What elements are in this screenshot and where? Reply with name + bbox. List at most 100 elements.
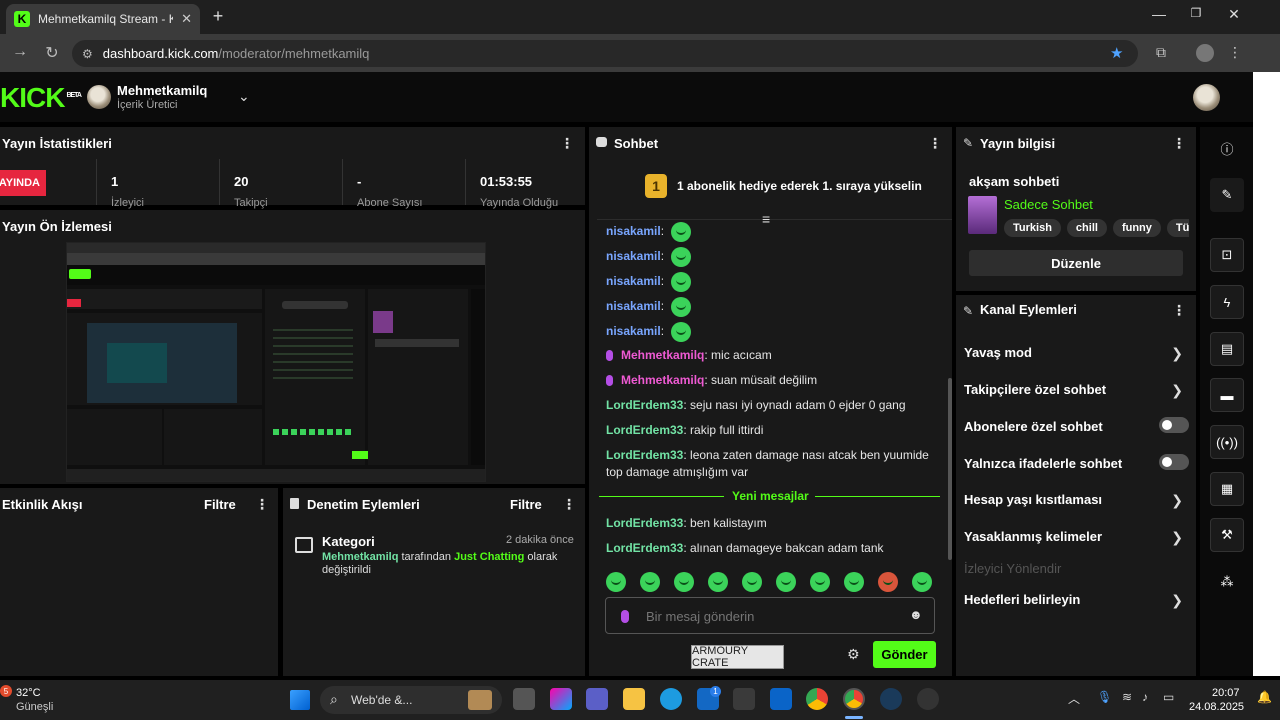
chat-input-box[interactable]: ☻ [605, 597, 935, 634]
league-icon[interactable] [880, 688, 902, 710]
stream-preview-video[interactable] [66, 242, 486, 482]
chat-username[interactable]: nisakamil [606, 249, 661, 263]
emotes-only-toggle[interactable] [1159, 454, 1189, 470]
chrome-icon[interactable] [806, 688, 828, 710]
kick-logo[interactable]: KICK BETA [0, 82, 82, 114]
pencil-icon[interactable]: ✎ [1210, 178, 1244, 212]
emote-icon[interactable] [810, 572, 830, 592]
lightning-icon[interactable]: ϟ [1210, 285, 1244, 319]
action-set-goals[interactable]: Hedefleri belirleyin ❯ [964, 592, 1189, 608]
action-account-age[interactable]: Hesap yaşı kısıtlaması ❯ [964, 492, 1189, 508]
stream-category[interactable]: Sadece Sohbet [1004, 197, 1093, 212]
battery-icon[interactable]: ▭ [1163, 690, 1174, 704]
send-button[interactable]: Gönder [873, 641, 936, 668]
chat-username[interactable]: LordErdem33 [606, 423, 683, 437]
channel-switch-chevron-icon[interactable]: ⌄ [238, 88, 250, 105]
user-avatar[interactable] [1193, 84, 1220, 111]
chat-username[interactable]: nisakamil [606, 324, 661, 338]
chat-scrollbar[interactable] [948, 378, 952, 560]
tab-close-icon[interactable]: ✕ [181, 11, 192, 27]
moderation-filter-button[interactable]: Filtre [510, 497, 542, 512]
weather-temp[interactable]: 32°C [16, 687, 41, 699]
edge-icon[interactable] [660, 688, 682, 710]
emote-icon[interactable] [776, 572, 796, 592]
broadcast-icon[interactable]: ((•)) [1210, 425, 1244, 459]
emoji-picker-icon[interactable]: ☻ [909, 607, 923, 622]
emote-icon[interactable] [606, 572, 626, 592]
start-windows-icon[interactable] [290, 690, 310, 710]
chat-settings-gear-icon[interactable]: ⚙ [847, 646, 860, 663]
channel-actions-menu-icon[interactable]: ⋮ [1172, 302, 1186, 319]
chat-username[interactable]: LordErdem33 [606, 516, 683, 530]
emote-icon[interactable] [844, 572, 864, 592]
site-info-icon[interactable]: ⚙ [82, 47, 93, 61]
chat-username[interactable]: nisakamil [606, 299, 661, 313]
edit-stream-info-button[interactable]: Düzenle [969, 250, 1183, 276]
subscribers-only-toggle[interactable] [1159, 417, 1189, 433]
volume-icon[interactable]: ♪ [1142, 690, 1148, 704]
bookmark-star-icon[interactable]: ★ [1110, 44, 1123, 62]
file-explorer-icon[interactable] [623, 688, 645, 710]
notifications-icon[interactable]: 🔔 [1257, 690, 1272, 704]
preview-title: Yayın Ön İzlemesi [2, 219, 112, 234]
chat-menu-icon[interactable]: ⋮ [928, 135, 942, 152]
moderation-menu-icon[interactable]: ⋮ [562, 496, 576, 513]
chat-username[interactable]: LordErdem33 [606, 541, 683, 555]
chat-username[interactable]: nisakamil [606, 274, 661, 288]
chat-icon[interactable]: ▬ [1210, 378, 1244, 412]
emote-icon[interactable] [708, 572, 728, 592]
chat-username[interactable]: nisakamil [606, 224, 661, 238]
chat-username[interactable]: LordErdem33 [606, 448, 683, 462]
stats-menu-icon[interactable]: ⋮ [560, 135, 574, 152]
new-messages-label[interactable]: Yeni mesajlar [732, 489, 809, 503]
tray-mic-icon[interactable]: 🎙 [1097, 690, 1112, 704]
layout-icon[interactable]: ▦ [1210, 472, 1244, 506]
url-bar[interactable]: ⚙ dashboard.kick.com/moderator/mehmetkam… [72, 40, 1138, 67]
minimize-icon[interactable]: — [1147, 6, 1171, 26]
chat-username[interactable]: Mehmetkamilq [621, 373, 704, 387]
emote-icon[interactable] [674, 572, 694, 592]
action-banned-words[interactable]: Yasaklanmış kelimeler ❯ [964, 529, 1189, 545]
stat-label: Yayında Olduğu [480, 197, 559, 209]
emote-icon[interactable] [742, 572, 762, 592]
activity-filter-button[interactable]: Filtre [204, 497, 236, 512]
chat-username[interactable]: LordErdem33 [606, 398, 683, 412]
info-icon[interactable]: ⓘ [1210, 131, 1244, 165]
add-widget-icon[interactable]: ⁂ [1210, 565, 1244, 599]
action-slow-mode[interactable]: Yavaş mod ❯ [964, 345, 1189, 361]
clock-date[interactable]: 24.08.2025 [1189, 701, 1244, 713]
app-cube-icon[interactable] [733, 688, 755, 710]
copilot-icon[interactable] [550, 688, 572, 710]
action-followers-only[interactable]: Takipçilere özel sohbet ❯ [964, 382, 1189, 398]
stream-info-menu-icon[interactable]: ⋮ [1172, 135, 1186, 152]
browser-profile-icon[interactable] [1196, 44, 1214, 62]
browser-tab[interactable]: K Mehmetkamilq Stream - Kick D ✕ [6, 4, 200, 34]
app-chart-icon[interactable] [770, 688, 792, 710]
tools-icon[interactable]: ⚒ [1210, 518, 1244, 552]
browser-menu-icon[interactable]: ⋮ [1225, 44, 1245, 61]
chat-message: LordErdem33: leona zaten damage nası atc… [606, 448, 929, 479]
activity-menu-icon[interactable]: ⋮ [255, 496, 269, 513]
window-close-icon[interactable]: ✕ [1222, 6, 1246, 26]
screenshot-icon[interactable]: ⊡ [1210, 238, 1244, 272]
reload-icon[interactable]: ↻ [42, 43, 62, 63]
emote-icon[interactable] [912, 572, 932, 592]
chrome-active-icon[interactable] [843, 688, 865, 710]
new-messages-divider-left [599, 496, 724, 497]
wifi-icon[interactable]: ≋ [1122, 690, 1132, 704]
forward-icon[interactable]: → [10, 43, 30, 63]
notes-icon[interactable]: ▤ [1210, 332, 1244, 366]
teams-icon[interactable] [586, 688, 608, 710]
extensions-icon[interactable]: ⧉ [1151, 44, 1171, 61]
maximize-icon[interactable]: ❐ [1184, 6, 1208, 26]
taskbar-search[interactable]: ⌕ Web'de &... [320, 686, 502, 714]
new-tab-button[interactable]: + [208, 6, 228, 28]
tray-expand-icon[interactable]: ︿ [1068, 690, 1080, 707]
clock-time[interactable]: 20:07 [1212, 687, 1240, 699]
emote-icon[interactable] [878, 572, 898, 592]
app-misc-icon[interactable] [917, 688, 939, 710]
task-view-icon[interactable] [513, 688, 535, 710]
emote-icon[interactable] [640, 572, 660, 592]
chat-username[interactable]: Mehmetkamilq [621, 348, 704, 362]
chat-message-input[interactable] [646, 606, 896, 626]
